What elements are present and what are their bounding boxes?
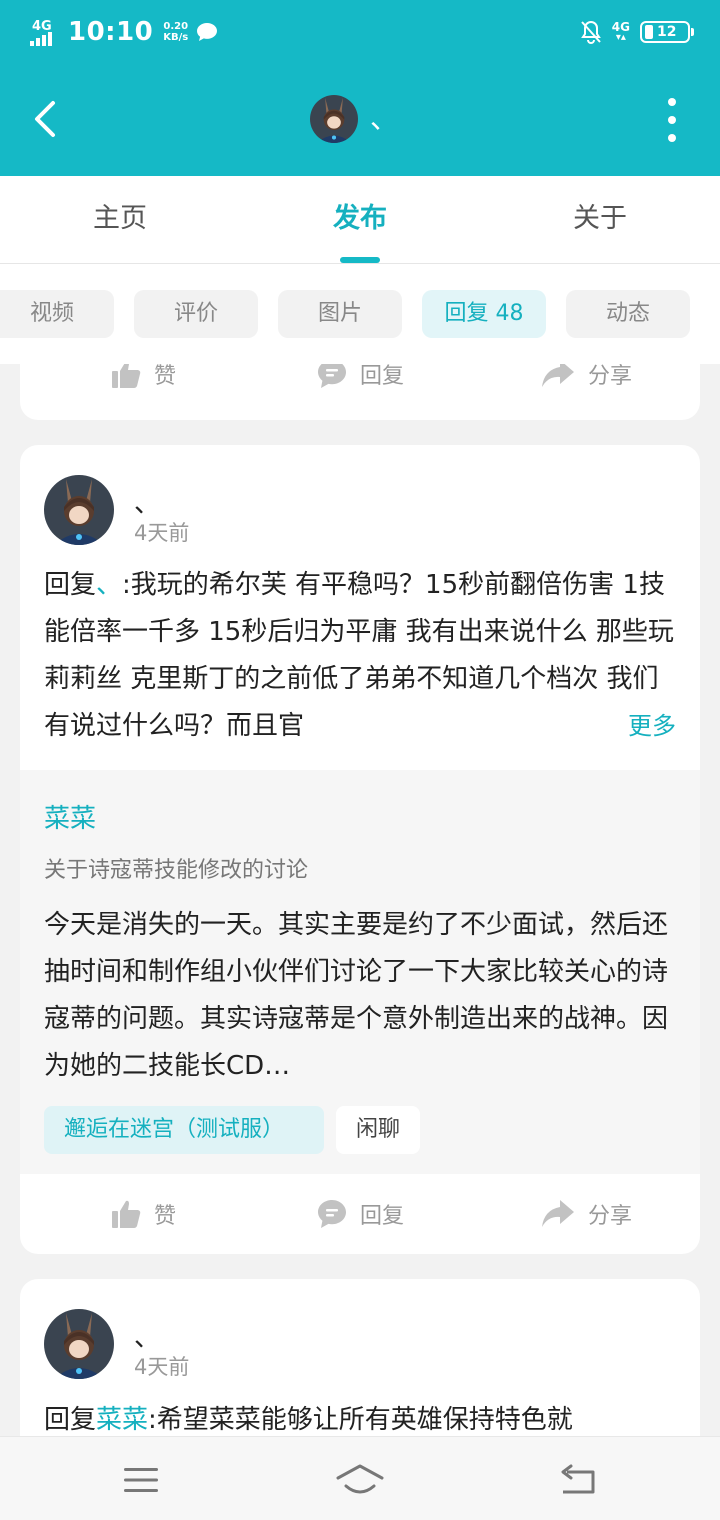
share-arrow-icon <box>542 364 574 387</box>
chip-reviews[interactable]: 评价 <box>134 290 258 338</box>
reply-text: :我玩的希尔芙 有平稳吗？15秒前翻倍伤害 1技能倍率一千多 15秒后归为平庸 … <box>44 570 674 741</box>
profile-title: 、 <box>310 94 398 144</box>
avatar[interactable] <box>44 1309 114 1379</box>
like-button[interactable]: 赞 <box>110 1174 176 1254</box>
post-time: 4天前 <box>134 521 190 545</box>
reply-label: 回复 <box>360 1204 405 1229</box>
reply-target[interactable]: 菜菜 <box>96 1405 148 1435</box>
share-label: 分享 <box>588 364 633 389</box>
chat-bubble-icon <box>197 23 218 41</box>
post-card: 、 4天前 回复菜菜:希望菜菜能够让所有英雄保持特色就 <box>20 1279 700 1436</box>
home-icon <box>336 1464 384 1494</box>
system-navigation-bar <box>0 1436 720 1520</box>
chip-images[interactable]: 图片 <box>278 290 402 338</box>
author-name[interactable]: 、 <box>134 1317 160 1354</box>
reply-prefix: 回复 <box>44 1405 97 1435</box>
chip-replies[interactable]: 回复 48 <box>422 290 546 338</box>
title-bar: 、 <box>0 64 720 176</box>
comment-icon <box>318 1200 346 1228</box>
clock: 10:10 <box>68 17 154 47</box>
share-button[interactable]: 分享 <box>540 364 632 414</box>
like-label: 赞 <box>154 364 177 389</box>
chip-videos[interactable]: 视频 <box>0 290 114 338</box>
back-nav-button[interactable] <box>554 1455 604 1505</box>
status-bar: 4G 10:10 0.20 KB/s 4G ▾▴ 12 <box>0 0 720 64</box>
reply-prefix: 回复 <box>44 570 97 600</box>
home-button[interactable] <box>335 1455 385 1505</box>
chevron-left-icon <box>35 101 55 137</box>
reply-text: :希望菜菜能够让所有英雄保持特色就 <box>148 1405 573 1435</box>
menu-button[interactable] <box>116 1455 166 1505</box>
game-tag[interactable]: 邂逅在迷宫（测试服） <box>44 1106 324 1154</box>
tab-home[interactable]: 主页 <box>0 176 240 263</box>
reply-feed: 赞 回复 分享 、 4天前 回复、:我玩的希尔芙 有平稳吗？15秒前翻倍伤害 1… <box>0 364 720 1436</box>
net-speed-unit: KB/s <box>163 32 189 43</box>
more-options-button[interactable] <box>660 98 684 142</box>
quoted-author[interactable]: 菜菜 <box>44 798 96 835</box>
tab-posts[interactable]: 发布 <box>240 176 480 263</box>
post-time: 4天前 <box>134 1355 190 1379</box>
share-label: 分享 <box>588 1204 633 1229</box>
like-button[interactable]: 赞 <box>110 364 176 414</box>
status-right: 4G ▾▴ 12 <box>580 14 694 50</box>
post-content[interactable]: 回复菜菜:希望菜菜能够让所有英雄保持特色就 <box>44 1397 676 1436</box>
net-speed: 0.20 KB/s <box>163 21 188 43</box>
share-button[interactable]: 分享 <box>540 1174 632 1254</box>
page-title: 、 <box>370 102 399 135</box>
quoted-post[interactable]: 菜菜 关于诗寇蒂技能修改的讨论 今天是消失的一天。其实主要是约了不少面试，然后还… <box>20 770 700 1174</box>
like-label: 赞 <box>154 1204 177 1229</box>
quoted-text: 今天是消失的一天。其实主要是约了不少面试，然后还抽时间和制作组小伙伴们讨论了一下… <box>44 910 669 1081</box>
battery-level: 12 <box>657 24 677 40</box>
reply-button[interactable]: 回复 <box>316 1174 404 1254</box>
quoted-title: 关于诗寇蒂技能修改的讨论 <box>44 858 309 883</box>
avatar[interactable] <box>310 95 358 143</box>
avatar[interactable] <box>44 475 114 545</box>
more-link[interactable]: 更多 <box>588 703 676 750</box>
post-card: 、 4天前 回复、:我玩的希尔芙 有平稳吗？15秒前翻倍伤害 1技能倍率一千多 … <box>20 445 700 1254</box>
cellular-data-icon: 4G ▾▴ <box>611 20 630 43</box>
return-arrow-icon <box>561 1464 595 1494</box>
app-header: 4G 10:10 0.20 KB/s 4G ▾▴ 12 、 <box>0 0 720 176</box>
bell-off-icon <box>580 20 601 44</box>
net-speed-value: 0.20 <box>163 21 189 32</box>
thumbs-up-icon <box>112 1200 141 1228</box>
share-arrow-icon <box>542 1200 574 1227</box>
chip-activity[interactable]: 动态 <box>566 290 690 338</box>
tab-about[interactable]: 关于 <box>480 176 720 263</box>
post-actions: 赞 回复 分享 <box>20 364 700 414</box>
cellular-signal-icon: 4G <box>30 18 58 46</box>
reply-target[interactable]: 、 <box>96 570 122 600</box>
main-tabs: 主页 发布 关于 <box>0 176 720 264</box>
battery-icon: 12 <box>640 21 694 43</box>
status-left: 4G 10:10 0.20 KB/s <box>30 14 218 50</box>
topic-tag[interactable]: 闲聊 <box>336 1106 421 1154</box>
comment-icon <box>318 364 346 388</box>
post-actions: 赞 回复 分享 <box>20 1174 700 1254</box>
post-card: 赞 回复 分享 <box>20 364 700 420</box>
menu-icon <box>124 1468 158 1492</box>
author-name[interactable]: 、 <box>134 483 160 520</box>
reply-label: 回复 <box>360 364 405 389</box>
filter-chips: 视频 评价 图片 回复 48 动态 <box>0 264 720 364</box>
reply-button[interactable]: 回复 <box>316 364 404 414</box>
back-button[interactable] <box>22 96 68 142</box>
thumbs-up-icon <box>112 364 141 388</box>
post-content[interactable]: 回复、:我玩的希尔芙 有平稳吗？15秒前翻倍伤害 1技能倍率一千多 15秒后归为… <box>44 562 676 750</box>
